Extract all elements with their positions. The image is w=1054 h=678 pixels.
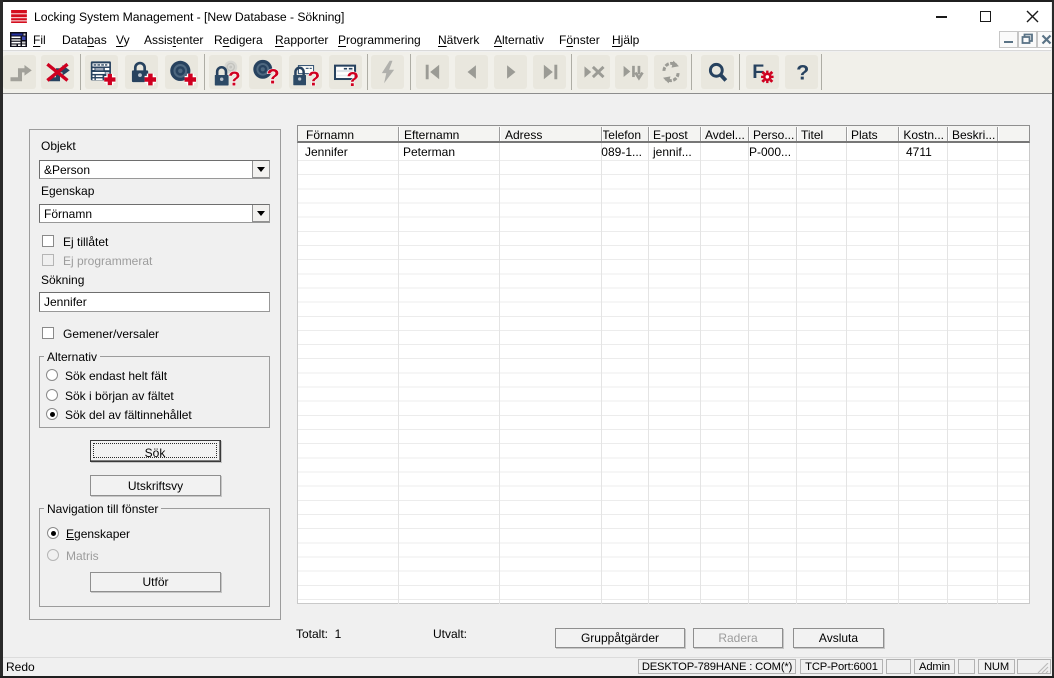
svg-text:?: ? <box>228 67 240 86</box>
svg-text:?: ? <box>796 61 809 85</box>
svg-text:?: ? <box>308 67 320 86</box>
svg-text:?: ? <box>267 64 280 86</box>
svg-text:?: ? <box>347 68 360 86</box>
